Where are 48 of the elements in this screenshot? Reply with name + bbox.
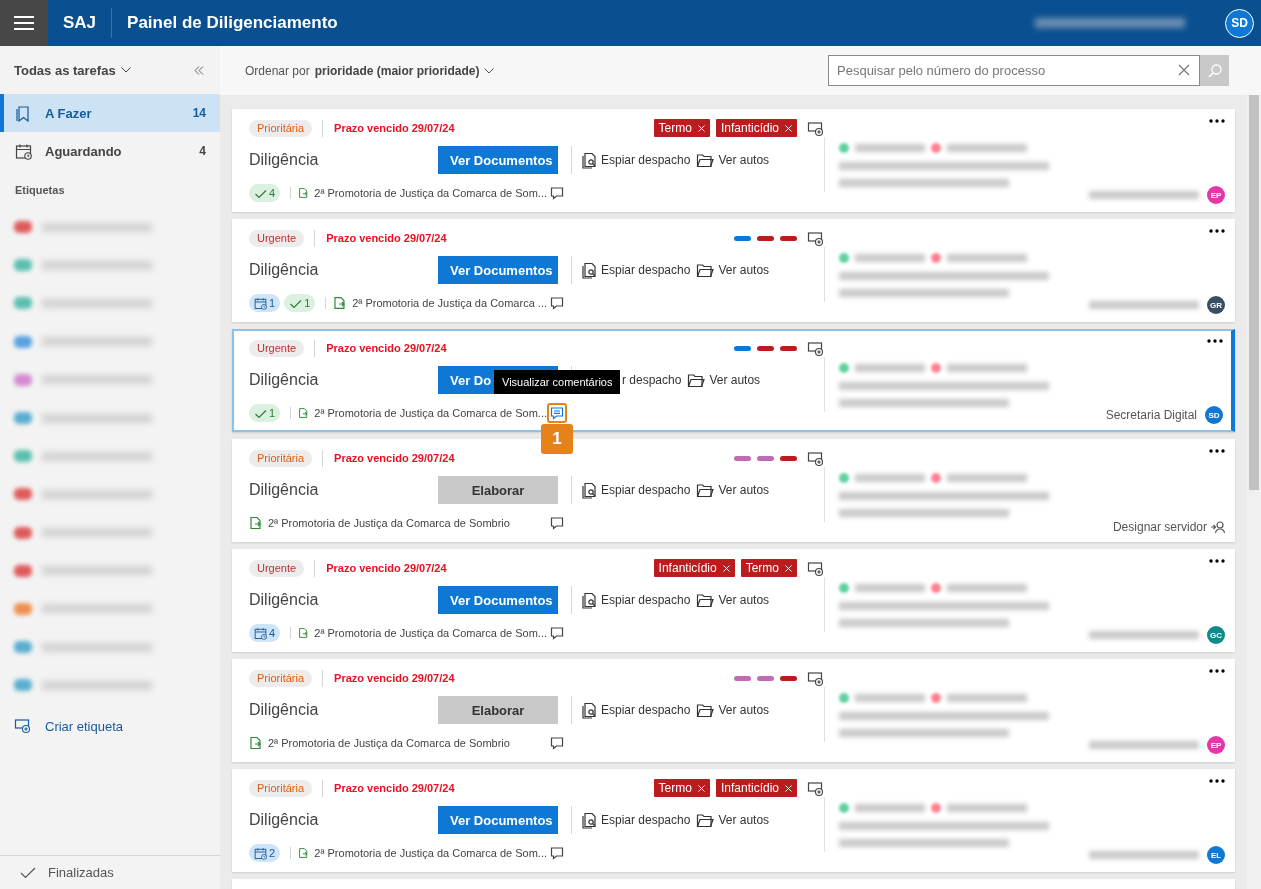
task-title: Diligência [249, 151, 320, 169]
assignee-avatar: SD [1205, 406, 1223, 424]
office-name: 2ª Promotoria de Justiça da Comarca ... [352, 297, 547, 309]
task-title: Diligência [249, 811, 320, 829]
item-count: 4 [199, 144, 206, 158]
office-name: 2ª Promotoria de Justiça da Comarca de Som... [314, 407, 547, 419]
priority-badge: Prioritária [249, 779, 313, 797]
scheduled-count-badge: 2 [249, 844, 281, 862]
priority-badge: Prioritária [249, 669, 313, 687]
scheduled-count-badge: 1 [249, 294, 281, 312]
completed-count-badge: 1 [249, 404, 281, 422]
page-title: Painel de Diligenciamento [127, 13, 338, 33]
deadline-text: Prazo vencido 29/07/24 [326, 342, 447, 354]
step-marker: 1 [541, 424, 573, 454]
task-title: Diligência [249, 481, 320, 499]
assignee-avatar: EL [1207, 846, 1225, 864]
assignee-avatar: EP [1207, 736, 1225, 754]
deadline-text: Prazo vencido 29/07/24 [334, 782, 455, 794]
office-name: 2ª Promotoria de Justiça da Comarca de Som... [314, 847, 547, 859]
deadline-text: Prazo vencido 29/07/24 [326, 232, 447, 244]
priority-badge: Prioritária [249, 119, 313, 137]
priority-badge: Prioritária [249, 449, 313, 467]
office-name: 2ª Promotoria de Justiça da Comarca de Som... [314, 187, 547, 199]
task-title: Diligência [249, 261, 320, 279]
section-heading: Etiquetas [14, 183, 66, 198]
deadline-text: Prazo vencido 29/07/24 [326, 562, 447, 574]
deadline-text: Prazo vencido 29/07/24 [334, 672, 455, 684]
assignee-avatar: GC [1207, 626, 1225, 644]
priority-badge: Urgente [249, 559, 305, 577]
task-title: Diligência [249, 371, 320, 389]
priority-badge: Urgente [249, 339, 305, 357]
tooltip: Visualizar comentários [494, 370, 621, 394]
deadline-text: Prazo vencido 29/07/24 [334, 452, 455, 464]
office-name: 2ª Promotoria de Justiça da Comarca de Som... [314, 627, 547, 639]
completed-count-badge: 4 [249, 184, 281, 202]
office-name: 2ª Promotoria de Justiça da Comarca de Sombrio [268, 517, 510, 529]
priority-badge: Urgente [249, 229, 305, 247]
completed-count-badge: 1 [284, 294, 316, 312]
task-title: Diligência [249, 591, 320, 609]
office-name: 2ª Promotoria de Justiça da Comarca de Sombrio [268, 737, 510, 749]
app-name: SAJ [63, 13, 97, 33]
assignee-avatar: GR [1207, 296, 1225, 314]
item-count: 14 [192, 106, 206, 120]
deadline-text: Prazo vencido 29/07/24 [334, 122, 455, 134]
assignee-name: Secretaria Digital [1105, 408, 1197, 422]
task-title: Diligência [249, 701, 320, 719]
assignee-avatar: EP [1207, 186, 1225, 204]
scheduled-count-badge: 4 [249, 624, 281, 642]
